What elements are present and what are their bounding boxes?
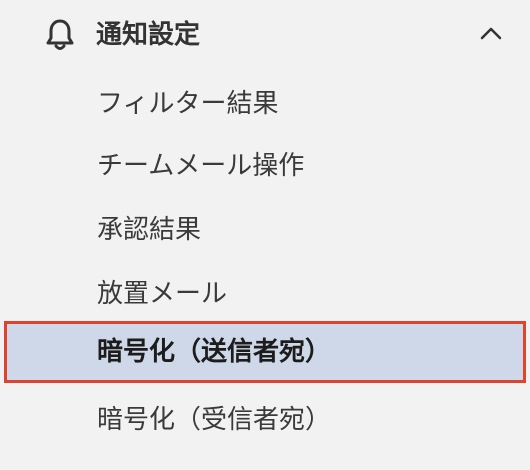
menu-item-filter-results[interactable]: フィルター結果 [0, 72, 530, 138]
notification-settings-panel: 通知設定 フィルター結果 チームメール操作 承認結果 放置メール 暗号化（送信者… [0, 0, 530, 470]
menu-item-label: フィルター結果 [97, 89, 279, 119]
menu-item-encryption-recipient[interactable]: 暗号化（受信者宛） [0, 388, 530, 454]
menu-item-label: 放置メール [97, 279, 228, 309]
notification-settings-header[interactable]: 通知設定 [0, 0, 530, 72]
section-title: 通知設定 [96, 20, 201, 50]
menu-item-label: 承認結果 [97, 215, 202, 245]
menu-item-neglected-mail[interactable]: 放置メール [0, 262, 530, 328]
menu-item-label: 暗号化（受信者宛） [97, 405, 332, 435]
menu-item-approval-results[interactable]: 承認結果 [0, 198, 530, 264]
menu-item-label: 暗号化（送信者宛） [97, 337, 332, 367]
menu-item-team-mail-operations[interactable]: チームメール操作 [0, 134, 530, 200]
chevron-up-icon[interactable] [478, 22, 504, 44]
menu-item-encryption-sender[interactable]: 暗号化（送信者宛） [4, 321, 526, 383]
menu-item-label: チームメール操作 [97, 151, 305, 181]
bell-icon [46, 19, 74, 50]
